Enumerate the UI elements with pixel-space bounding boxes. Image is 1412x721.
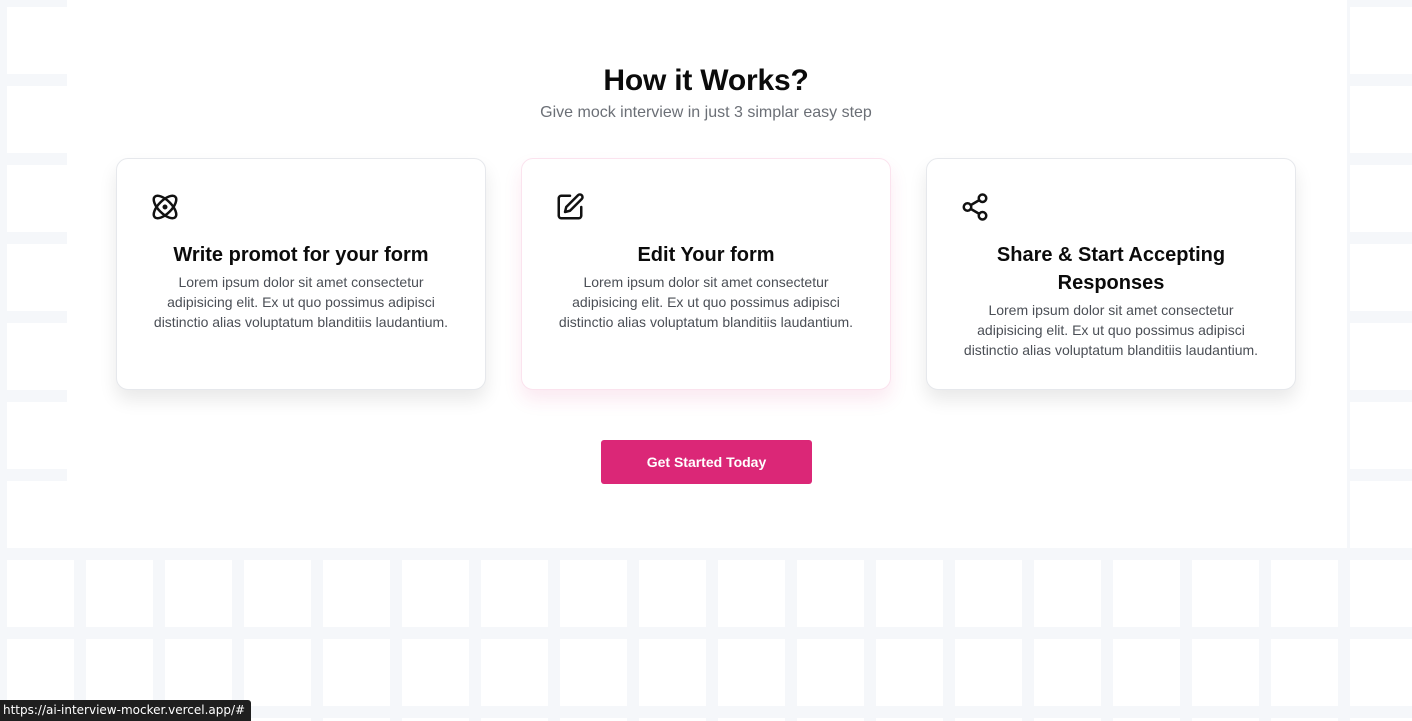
- share-icon: [960, 192, 990, 222]
- page: How it Works? Give mock interview in jus…: [0, 0, 1412, 721]
- step-card-share: Share & Start Accepting Responses Lorem …: [926, 158, 1296, 390]
- step-title: Share & Start Accepting Responses: [996, 244, 1226, 294]
- step-title: Edit Your form: [637, 244, 775, 266]
- step-description: Lorem ipsum dolor sit amet consectetur a…: [963, 302, 1259, 358]
- step-description: Lorem ipsum dolor sit amet consectetur a…: [153, 274, 449, 330]
- how-it-works-section: How it Works? Give mock interview in jus…: [0, 0, 1412, 721]
- atom-icon: [150, 192, 180, 222]
- step-description: Lorem ipsum dolor sit amet consectetur a…: [558, 274, 854, 330]
- get-started-button[interactable]: Get Started Today: [601, 440, 812, 484]
- section-subtitle: Give mock interview in just 3 simplar ea…: [540, 104, 872, 121]
- status-bar-url: https://ai-interview-mocker.vercel.app/#: [0, 700, 252, 721]
- edit-icon: [555, 192, 585, 222]
- section-title: How it Works?: [603, 64, 809, 97]
- step-card-edit-form: Edit Your form Lorem ipsum dolor sit ame…: [521, 158, 891, 390]
- step-title: Write promot for your form: [173, 244, 429, 266]
- step-card-write-prompt: Write promot for your form Lorem ipsum d…: [116, 158, 486, 390]
